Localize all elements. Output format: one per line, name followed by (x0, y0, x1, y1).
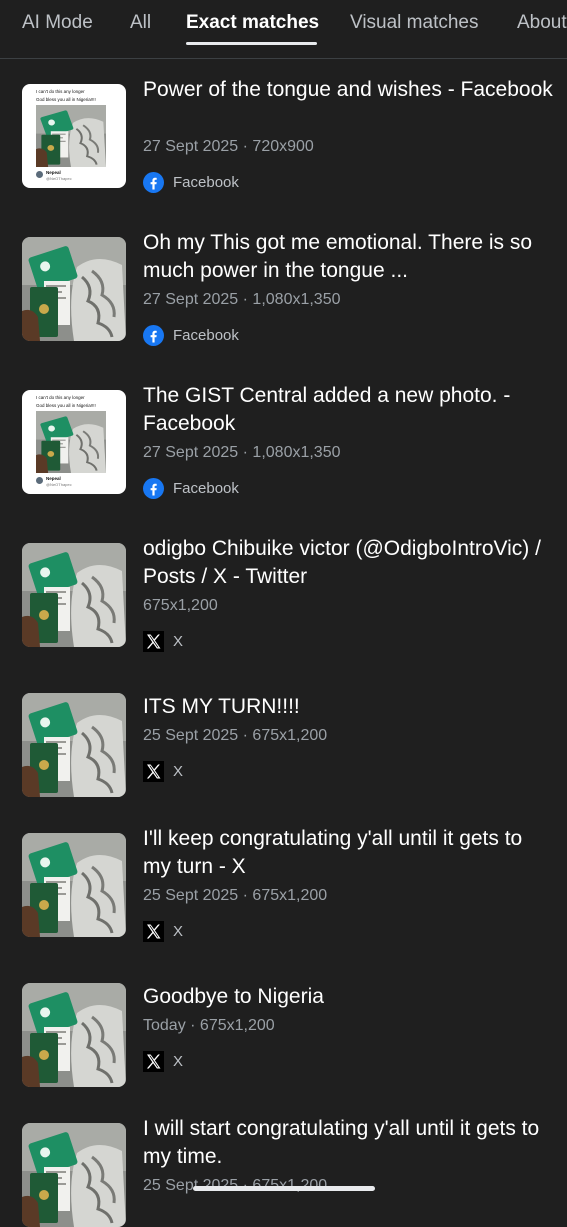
active-tab-indicator (186, 42, 317, 45)
result-thumbnail[interactable]: I can't do this any longer God bless you … (22, 84, 126, 188)
tweet-thumb-line1: I can't do this any longer (36, 395, 85, 400)
meta-separator: · (238, 138, 253, 155)
tweet-thumb-author: Nepeal (46, 476, 61, 481)
meta-separator: · (238, 291, 253, 308)
tweet-thumb-handle: @NeOThapec (46, 482, 72, 487)
result-source-name: Facebook (173, 174, 239, 191)
tab-about[interactable]: About (517, 12, 567, 34)
tab-exact-matches[interactable]: Exact matches (186, 12, 319, 34)
home-indicator[interactable] (193, 1186, 375, 1191)
result-date: 27 Sept 2025 (143, 291, 239, 308)
result-thumbnail[interactable] (22, 1123, 126, 1227)
result-meta: 25 Sept 2025 · 675x1,200 (143, 727, 327, 745)
result-source-name: X (173, 763, 184, 780)
result-title[interactable]: Goodbye to Nigeria (143, 983, 553, 1011)
tweet-thumb-line1: I can't do this any longer (36, 89, 85, 94)
result-image-size: 675x1,200 (252, 727, 328, 744)
result-thumbnail[interactable] (22, 237, 126, 341)
x-icon (143, 761, 164, 782)
tweet-thumb-line2: God bless you all in Nigeria!!!! (36, 403, 96, 408)
result-meta: 675x1,200 (143, 597, 218, 615)
tweet-thumb-line2: God bless you all in Nigeria!!!! (36, 97, 96, 102)
result-title[interactable]: I will start congratulating y'all until … (143, 1115, 553, 1171)
result-thumbnail[interactable] (22, 983, 126, 1087)
tab-ai-mode[interactable]: AI Mode (22, 12, 93, 34)
result-thumbnail[interactable] (22, 543, 126, 647)
tweet-thumb-author: Nepeal (46, 170, 61, 175)
result-meta: 27 Sept 2025 · 1,080x1,350 (143, 444, 341, 462)
result-thumbnail[interactable]: I can't do this any longer God bless you … (22, 390, 126, 494)
result-date: Today (143, 1017, 186, 1034)
tab-all[interactable]: All (130, 12, 151, 34)
result-meta: 27 Sept 2025 · 1,080x1,350 (143, 291, 341, 309)
result-source-name: Facebook (173, 480, 239, 497)
facebook-icon (143, 172, 164, 193)
result-title[interactable]: ITS MY TURN!!!! (143, 693, 553, 721)
meta-separator: · (238, 887, 253, 904)
x-icon (143, 631, 164, 652)
facebook-icon (143, 478, 164, 499)
result-image-size: 675x1,200 (252, 887, 328, 904)
result-title[interactable]: Power of the tongue and wishes - Faceboo… (143, 76, 553, 104)
result-date: 27 Sept 2025 (143, 138, 239, 155)
result-source-name: X (173, 633, 184, 650)
result-image-size: 675x1,200 (143, 597, 218, 614)
meta-separator: · (238, 444, 253, 461)
result-date: 27 Sept 2025 (143, 444, 239, 461)
result-image-size: 720x900 (252, 138, 314, 155)
result-date: 25 Sept 2025 (143, 727, 239, 744)
result-thumbnail[interactable] (22, 693, 126, 797)
result-date: 25 Sept 2025 (143, 887, 239, 904)
result-source-name: X (173, 923, 184, 940)
tab-visual-matches[interactable]: Visual matches (350, 12, 479, 34)
tweet-thumb-handle: @NeOThapec (46, 176, 72, 181)
result-title[interactable]: odigbo Chibuike victor (@OdigboIntroVic)… (143, 535, 553, 591)
result-title[interactable]: I'll keep congratulating y'all until it … (143, 825, 553, 881)
result-meta: 25 Sept 2025 · 675x1,200 (143, 887, 327, 905)
facebook-icon (143, 325, 164, 346)
meta-separator: · (185, 1017, 200, 1034)
result-meta: 27 Sept 2025 · 720x900 (143, 138, 314, 156)
result-meta: Today · 675x1,200 (143, 1017, 275, 1035)
result-image-size: 675x1,200 (199, 1017, 275, 1034)
result-title[interactable]: Oh my This got me emotional. There is so… (143, 229, 553, 285)
results-tab-bar: AI Mode All Exact matches Visual matches… (0, 0, 567, 59)
meta-separator: · (238, 727, 253, 744)
result-image-size: 1,080x1,350 (252, 291, 341, 308)
x-icon (143, 921, 164, 942)
result-image-size: 1,080x1,350 (252, 444, 341, 461)
result-title[interactable]: The GIST Central added a new photo. - Fa… (143, 382, 553, 438)
result-source-name: Facebook (173, 327, 239, 344)
x-icon (143, 1051, 164, 1072)
result-source-name: X (173, 1053, 184, 1070)
result-thumbnail[interactable] (22, 833, 126, 937)
